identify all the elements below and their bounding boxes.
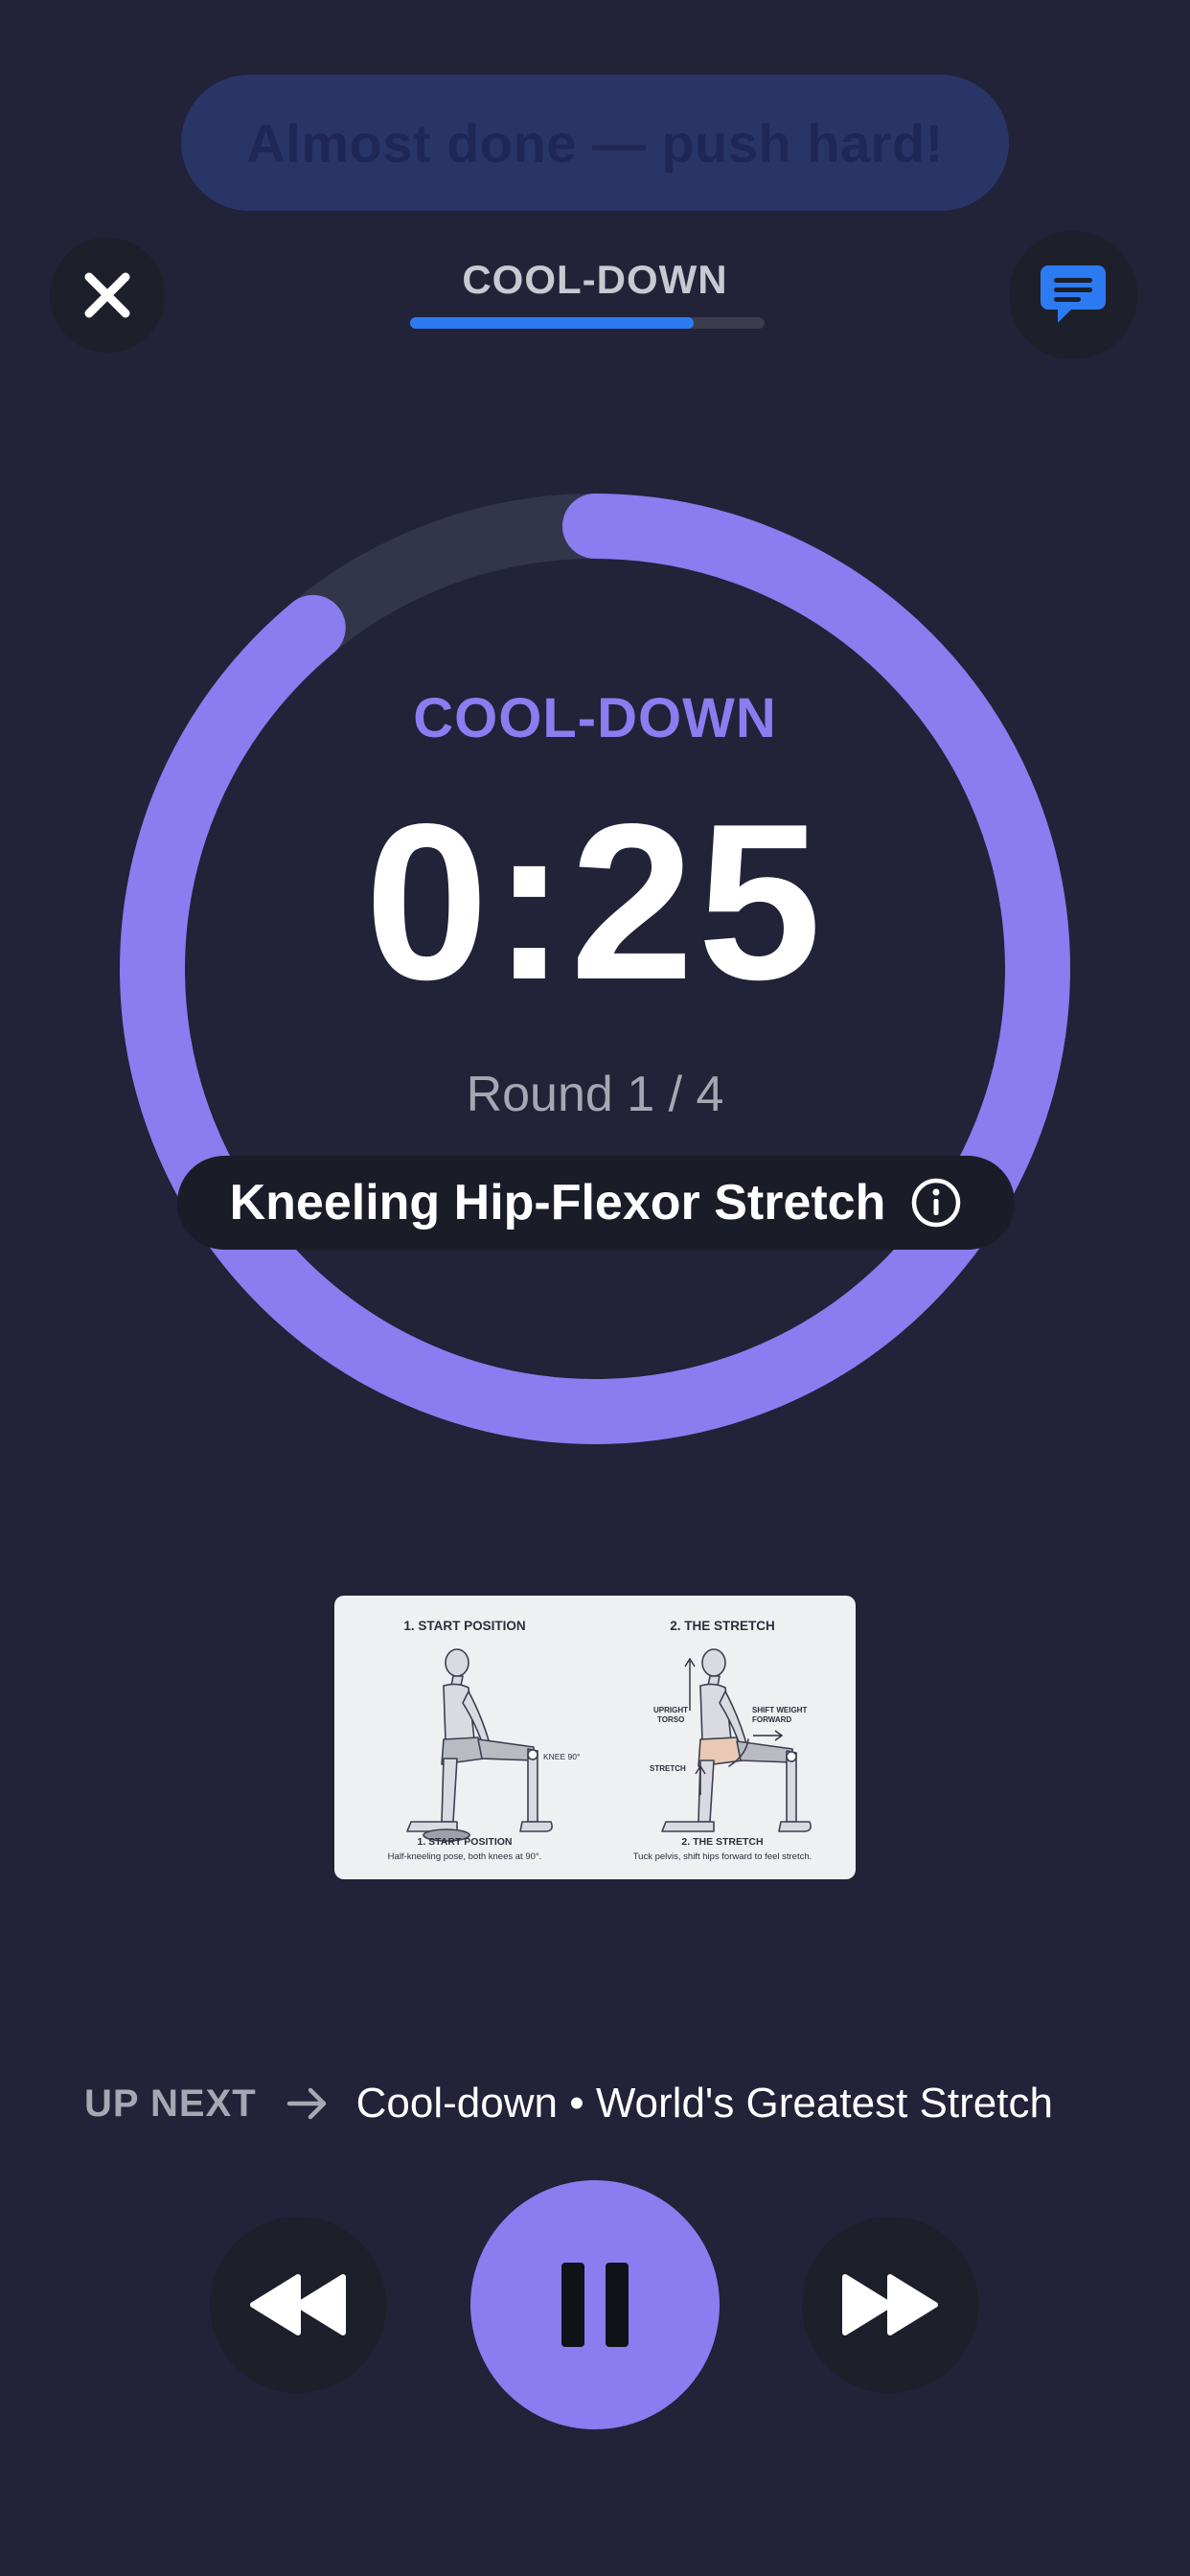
timer-phase-label: COOL-DOWN: [413, 687, 777, 749]
round-counter: Round 1 / 4: [466, 1067, 724, 1122]
illus-label-knee: KNEE 90°: [543, 1752, 580, 1761]
illus-label-shift: SHIFT WEIGHT: [752, 1706, 807, 1714]
fast-forward-button[interactable]: [802, 2217, 978, 2393]
up-next-label: UP NEXT: [84, 2082, 257, 2125]
close-icon: [84, 272, 130, 318]
up-next-row: UP NEXT Cool-down • World's Greatest Str…: [84, 2075, 1053, 2132]
stretch-figure: [661, 1648, 812, 1832]
exercise-diagram: 1. START POSITION 2. THE STRETCH KNEE 90…: [388, 1619, 812, 1862]
illus-right-caption: Tuck pelvis, shift hips forward to feel …: [633, 1852, 812, 1862]
pause-button[interactable]: [470, 2180, 720, 2429]
illus-label-stretch: STRETCH: [650, 1764, 686, 1773]
start-position-figure: [406, 1648, 553, 1842]
pause-icon: [561, 2263, 629, 2347]
close-button[interactable]: [50, 238, 165, 353]
exercise-name: Kneeling Hip-Flexor Stretch: [229, 1175, 886, 1230]
toast-text: Almost done — push hard!: [246, 112, 944, 173]
chat-icon: [1041, 265, 1106, 323]
chat-button[interactable]: [1009, 231, 1137, 359]
illus-right-title: 2. THE STRETCH: [670, 1619, 775, 1633]
illus-left-caption: Half-kneeling pose, both knees at 90°.: [388, 1852, 542, 1862]
illus-label-upright: UPRIGHT: [653, 1706, 688, 1714]
illus-left-title: 1. START POSITION: [403, 1619, 525, 1633]
illus-label-forward: FORWARD: [752, 1715, 791, 1724]
phase-progress-fill: [410, 317, 694, 329]
illus-label-torso: TORSO: [657, 1715, 684, 1724]
illus-left-caption-title: 1. START POSITION: [418, 1836, 513, 1848]
exercise-illustration: 1. START POSITION 2. THE STRETCH KNEE 90…: [334, 1596, 856, 1879]
motivation-toast: Almost done — push hard!: [181, 75, 1009, 211]
fast-forward-icon: [842, 2274, 938, 2335]
phase-title: COOL-DOWN: [462, 257, 728, 302]
timer-countdown: 0:25: [364, 778, 826, 1026]
rewind-icon: [250, 2274, 346, 2335]
illus-right-caption-title: 2. THE STRETCH: [681, 1836, 763, 1848]
rewind-button[interactable]: [210, 2217, 386, 2393]
arrow-right-icon: [286, 2087, 326, 2120]
info-icon[interactable]: [910, 1177, 962, 1229]
exercise-name-pill[interactable]: Kneeling Hip-Flexor Stretch: [177, 1156, 1015, 1250]
up-next-exercise: Cool-down • World's Greatest Stretch: [355, 2080, 1053, 2127]
